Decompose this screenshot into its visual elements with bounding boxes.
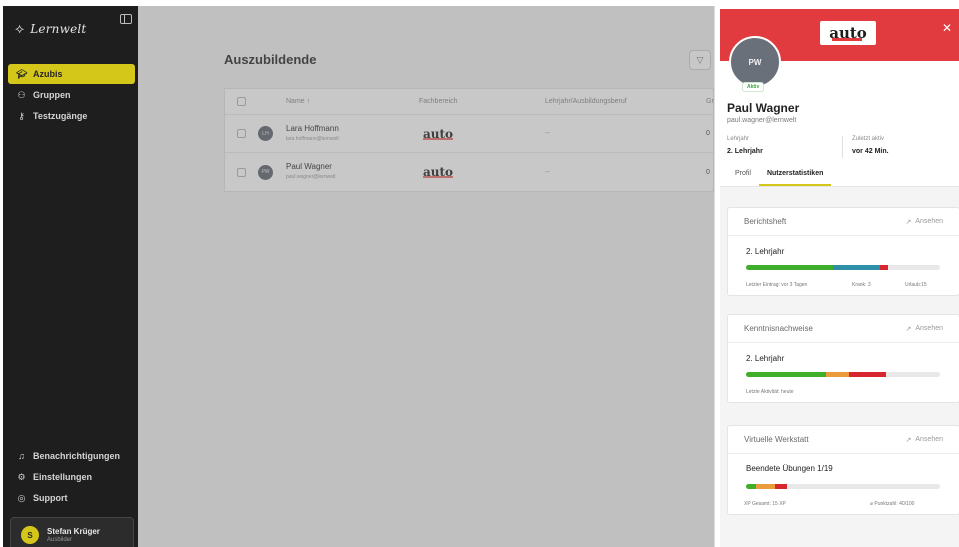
- progress-bar: [746, 372, 940, 377]
- sidebar-item-label: Benachrichtigungen: [33, 451, 121, 461]
- progress-segment-2: [825, 372, 849, 377]
- xp-gesamt: XP Gesamt: 15 XP: [744, 501, 786, 507]
- view-berichtsheft-link[interactable]: ↗ Ansehen: [905, 218, 943, 226]
- collapse-sidebar-icon[interactable]: [120, 14, 132, 24]
- bottom-nav: ♫ Benachrichtigungen ⚙ Einstellungen ◎ S…: [8, 446, 135, 509]
- divider: [842, 136, 843, 158]
- progress-segment-1: [746, 484, 756, 489]
- urlaub-count: Urlaub:15: [905, 282, 927, 288]
- close-icon[interactable]: ✕: [942, 21, 952, 35]
- bell-icon: ♫: [18, 451, 25, 461]
- virtuelle-werkstatt-card: Virtuelle Werkstatt ↗ Ansehen Beendete Üb…: [727, 425, 959, 515]
- brand-name: Lernwelt: [30, 21, 87, 36]
- progress-bar: [746, 484, 940, 489]
- sidebar-item-label: Einstellungen: [33, 472, 93, 482]
- sidebar-item-label: Support: [33, 493, 68, 503]
- view-kenntnisnachweise-link[interactable]: ↗ Ansehen: [905, 325, 943, 333]
- sidebar-item-label: Gruppen: [33, 90, 71, 100]
- gear-icon: ⚙: [17, 471, 26, 482]
- sidebar-item-testzugaenge[interactable]: ⚷ Testzugänge: [8, 106, 135, 126]
- tab-nutzerstatistiken[interactable]: Nutzerstatistiken: [758, 168, 832, 186]
- users-icon: ⚇: [17, 89, 26, 100]
- progress-segment-1: [746, 265, 834, 270]
- sidebar-item-azubis[interactable]: 🎓︎ Azubis: [8, 64, 135, 84]
- sidebar: ⟡ Lernwelt 🎓︎ Azubis ⚇ Gruppen ⚷ Testzug…: [3, 6, 138, 547]
- avatar: S: [21, 526, 39, 544]
- view-werkstatt-link[interactable]: ↗ Ansehen: [905, 436, 943, 444]
- progress-bar: [746, 265, 940, 270]
- lifebuoy-icon: ◎: [17, 492, 26, 503]
- progress-segment-3: [879, 265, 888, 270]
- brand-logo[interactable]: ⟡ Lernwelt: [15, 20, 86, 37]
- lehrjahr-label: Lehrjahr: [727, 136, 750, 142]
- modal-backdrop[interactable]: [138, 6, 714, 547]
- user-email: paul.wagner@lernwelt: [727, 117, 797, 124]
- link-label: Ansehen: [915, 436, 943, 443]
- link-label: Ansehen: [915, 218, 943, 225]
- card-title: Virtuelle Werkstatt: [744, 435, 809, 444]
- letzte-aktivitaet: Letzte Aktivität: heute: [746, 389, 794, 395]
- card-header: Berichtsheft ↗ Ansehen: [728, 208, 959, 236]
- external-link-icon: ↗: [905, 218, 912, 226]
- company-logo: auto: [820, 21, 876, 45]
- external-link-icon: ↗: [905, 325, 912, 333]
- user-name: Stefan Krüger: [47, 527, 100, 536]
- user-role: Ausbilder: [47, 537, 73, 543]
- user-name: Paul Wagner: [727, 101, 800, 115]
- external-link-icon: ↗: [905, 436, 912, 444]
- sidebar-item-label: Testzugänge: [33, 111, 88, 121]
- lehrjahr-value: 2. Lehrjahr: [727, 148, 763, 155]
- card-title: Berichtsheft: [744, 217, 787, 226]
- durchschnitt-punktzahl: ⌀ Punktzahl: 40/100: [870, 501, 915, 507]
- card-header: Kenntnisnachweise ↗ Ansehen: [728, 315, 959, 343]
- zuletzt-aktiv-value: vor 42 Min.: [852, 148, 889, 155]
- user-profile-card[interactable]: S Stefan Krüger Ausbilder: [10, 517, 134, 547]
- key-icon: ⚷: [18, 110, 25, 121]
- card-title: Kenntnisnachweise: [744, 324, 813, 333]
- avatar: PW: [729, 36, 781, 88]
- sidebar-item-support[interactable]: ◎ Support: [8, 488, 135, 508]
- drawer-tabs: Profil Nutzerstatistiken: [727, 168, 832, 186]
- sidebar-item-gruppen[interactable]: ⚇ Gruppen: [8, 85, 135, 105]
- user-detail-drawer: auto ✕ PW Aktiv Paul Wagner paul.wagner@…: [714, 6, 959, 547]
- link-label: Ansehen: [915, 325, 943, 332]
- sidebar-item-einstellungen[interactable]: ⚙ Einstellungen: [8, 467, 135, 487]
- status-badge: Aktiv: [742, 82, 765, 92]
- krank-count: Krank: 3: [852, 282, 871, 288]
- sidebar-item-label: Azubis: [33, 69, 63, 79]
- berichtsheft-card: Berichtsheft ↗ Ansehen 2. Lehrjahr Letzte…: [727, 207, 959, 296]
- sidebar-item-benachrichtigungen[interactable]: ♫ Benachrichtigungen: [8, 446, 135, 466]
- tab-profil[interactable]: Profil: [727, 168, 759, 186]
- progress-segment-3: [775, 484, 787, 489]
- progress-segment-1: [746, 372, 826, 377]
- card-subtitle: Beendete Übungen 1/19: [746, 464, 833, 473]
- progress-segment-2: [833, 265, 880, 270]
- progress-segment-2: [755, 484, 776, 489]
- graduation-cap-icon: 🎓︎: [16, 68, 28, 79]
- zuletzt-aktiv-label: Zuletzt aktiv: [852, 136, 885, 142]
- letzter-eintrag: Letzter Eintrag: vor 3 Tagen: [746, 282, 808, 288]
- card-subtitle: 2. Lehrjahr: [746, 247, 785, 256]
- card-subtitle: 2. Lehrjahr: [746, 354, 785, 363]
- card-header: Virtuelle Werkstatt ↗ Ansehen: [728, 426, 959, 454]
- kenntnisnachweise-card: Kenntnisnachweise ↗ Ansehen 2. Lehrjahr L…: [727, 314, 959, 403]
- lernwelt-logo-icon: ⟡: [15, 20, 25, 36]
- main-nav: 🎓︎ Azubis ⚇ Gruppen ⚷ Testzugänge: [8, 64, 135, 127]
- progress-segment-3: [848, 372, 886, 377]
